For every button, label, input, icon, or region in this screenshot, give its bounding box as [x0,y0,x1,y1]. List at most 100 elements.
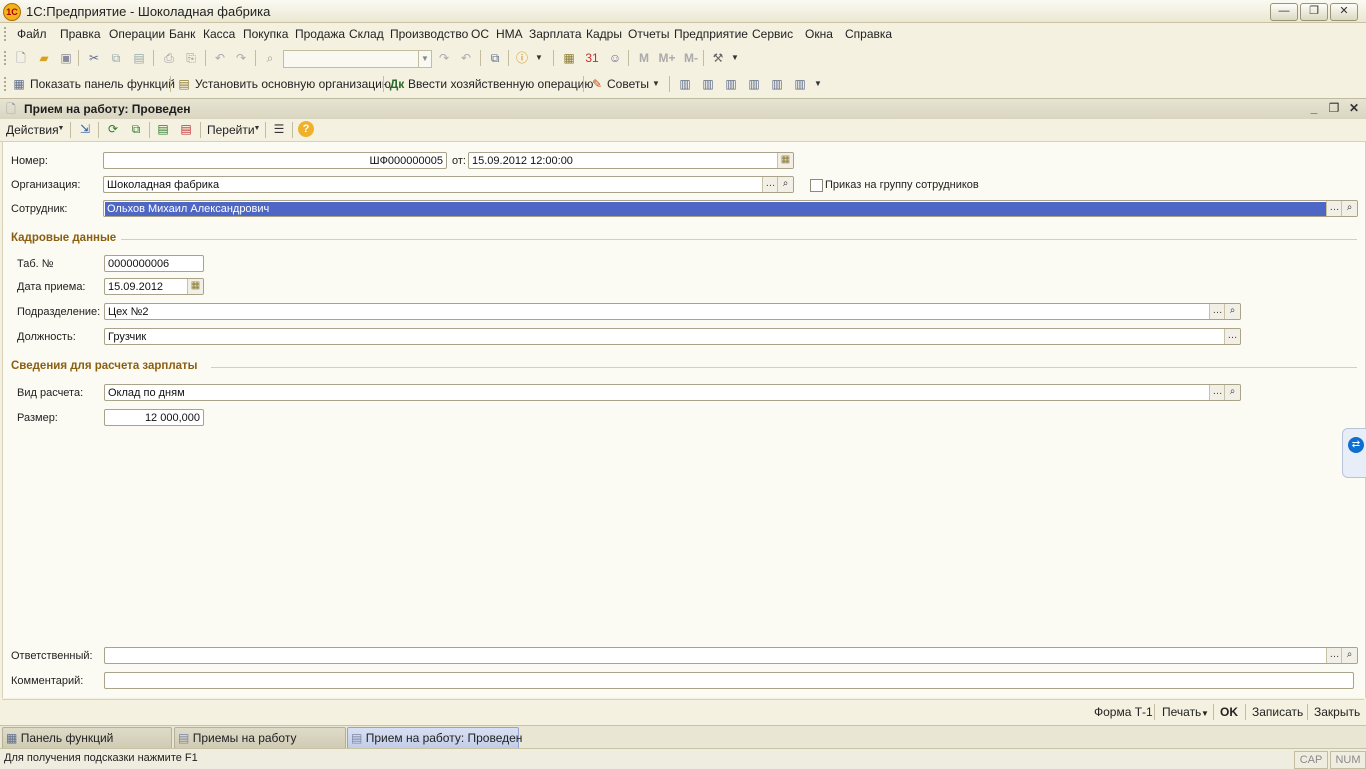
report-icon-5[interactable]: ▥ [769,76,785,92]
menu-enterprise[interactable]: Предприятие [674,27,748,41]
department-field[interactable]: Цех №2 … ⌕ [104,303,1241,320]
search-icon[interactable]: ⌕ [1224,304,1240,319]
calc-type-field[interactable]: Оклад по дням … ⌕ [104,384,1241,401]
new-document-icon[interactable]: 🗋 [13,50,29,66]
document-close-button[interactable]: ✕ [1346,100,1362,116]
print-preview-icon[interactable]: ⎘ [183,50,199,66]
menu-personnel[interactable]: Кадры [586,27,622,41]
document-minimize-button[interactable]: _ [1306,100,1322,116]
chevron-down-icon[interactable]: ▼ [813,76,823,92]
info-icon[interactable]: ⓘ [514,50,530,66]
memory-icon[interactable]: M [636,50,652,66]
tools-icon[interactable]: ⚒ [710,50,726,66]
calendar-picker-icon[interactable]: ▦ [777,153,793,168]
responsible-field[interactable]: … ⌕ [104,647,1358,664]
goto-menu-button[interactable]: Перейти [207,123,255,137]
users-icon[interactable]: ☺ [607,50,623,66]
close-button[interactable]: Закрыть [1314,705,1360,719]
chevron-down-icon[interactable]: ▼ [1201,709,1209,718]
hire-date-field[interactable]: 15.09.2012 ▦ [104,278,204,295]
enter-business-operation-button[interactable]: Ввести хозяйственную операцию [408,77,593,91]
close-window-button[interactable]: ✕ [1330,3,1358,21]
calculator-icon[interactable]: ▦ [561,50,577,66]
dt-kt-icon[interactable]: Дк [389,76,405,92]
menu-production[interactable]: Производство [390,27,468,41]
group-order-checkbox[interactable] [810,179,823,192]
organization-field[interactable]: Шоколадная фабрика … ⌕ [103,176,794,193]
report-icon-1[interactable]: ▥ [677,76,693,92]
select-ellipsis-button[interactable]: … [1326,648,1342,663]
post-document-icon[interactable]: ▤ [155,121,171,137]
tips-button[interactable]: Советы [607,77,649,91]
help-icon[interactable]: ? [298,121,314,137]
select-ellipsis-button[interactable]: … [762,177,778,192]
search-icon[interactable]: ⌕ [1341,648,1357,663]
copy-icon[interactable]: ⧉ [108,50,124,66]
find-prev-icon[interactable]: ↶ [458,50,474,66]
memory-plus-icon[interactable]: M+ [656,50,678,66]
menu-bank[interactable]: Банк [169,27,195,41]
menu-purchase[interactable]: Покупка [243,27,288,41]
menu-cash[interactable]: Касса [203,27,235,41]
minimize-button[interactable]: — [1270,3,1298,21]
set-main-organization-button[interactable]: Установить основную организацию [195,77,391,91]
search-icon[interactable]: ⌕ [1224,385,1240,400]
report-icon-6[interactable]: ▥ [792,76,808,92]
report-icon-4[interactable]: ▥ [746,76,762,92]
search-combo-input[interactable]: ▼ [283,50,432,68]
report-icon-3[interactable]: ▥ [723,76,739,92]
tab-number-field[interactable]: 0000000006 [104,255,204,272]
number-field[interactable]: ШФ000000005 [103,152,447,169]
menu-warehouse[interactable]: Склад [349,27,384,41]
menu-edit[interactable]: Правка [60,27,101,41]
position-field[interactable]: Грузчик … [104,328,1241,345]
cut-icon[interactable]: ✂ [86,50,102,66]
comment-field[interactable] [104,672,1354,689]
actions-menu-button[interactable]: Действия [6,123,59,137]
search-icon[interactable]: ⌕ [262,50,278,66]
menu-windows[interactable]: Окна [805,27,833,41]
search-icon[interactable]: ⌕ [777,177,793,192]
select-ellipsis-button[interactable]: … [1209,385,1225,400]
report-icon-2[interactable]: ▥ [700,76,716,92]
select-ellipsis-button[interactable]: … [1326,201,1342,216]
restore-button[interactable]: ❐ [1300,3,1328,21]
document-restore-button[interactable]: ❐ [1326,100,1342,116]
menu-help[interactable]: Справка [845,27,892,41]
show-function-panel-button[interactable]: Показать панель функций [30,77,175,91]
form-t1-button[interactable]: Форма Т-1 [1094,705,1153,719]
redo-icon[interactable]: ↷ [233,50,249,66]
chevron-down-icon[interactable]: ▼ [730,50,740,66]
save-button[interactable]: Записать [1252,705,1303,719]
task-hirings-list[interactable]: ▤ Приемы на работу [174,727,346,749]
menu-reports[interactable]: Отчеты [628,27,669,41]
tips-icon[interactable]: ✎ [589,76,605,92]
menu-sales[interactable]: Продажа [295,27,345,41]
post-and-close-icon[interactable]: ⇲ [77,121,93,137]
paste-icon[interactable]: ▤ [131,50,147,66]
employee-field[interactable]: Ольхов Михаил Александрович … ⌕ [103,200,1358,217]
menu-file[interactable]: Файл [17,27,47,41]
refresh-icon[interactable]: ⟳ [105,121,121,137]
function-panel-icon[interactable]: ▦ [11,76,27,92]
find-next-icon[interactable]: ↷ [436,50,452,66]
chevron-down-icon[interactable]: ▼ [418,51,431,67]
select-ellipsis-button[interactable]: … [1224,329,1240,344]
memory-minus-icon[interactable]: M- [680,50,702,66]
open-folder-icon[interactable]: ▰ [36,50,52,66]
menu-operations[interactable]: Операции [109,27,165,41]
calendar-icon[interactable]: 31 [584,50,600,66]
chevron-down-icon[interactable]: ▼ [57,121,65,137]
organization-icon[interactable]: ▤ [176,76,192,92]
task-function-panel[interactable]: ▦ Панель функций [2,727,172,749]
undo-icon[interactable]: ↶ [212,50,228,66]
structure-icon[interactable]: ☰ [271,121,287,137]
windows-icon[interactable]: ⧉ [487,50,503,66]
print-button[interactable]: Печать [1162,705,1201,719]
menu-intangibles[interactable]: НМА [496,27,523,41]
ok-button[interactable]: OK [1220,705,1238,719]
search-icon[interactable]: ⌕ [1341,201,1357,216]
task-hiring-document[interactable]: ▤ Прием на работу: Проведен [347,727,522,749]
calendar-picker-icon[interactable]: ▦ [187,279,203,294]
save-icon[interactable]: ▣ [58,50,74,66]
